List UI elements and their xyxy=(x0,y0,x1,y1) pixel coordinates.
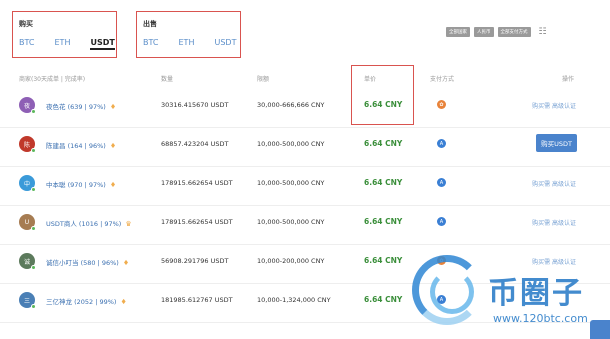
filter-bar: 全部国家 人民币 全部支付方式 ☷ xyxy=(446,27,547,37)
limit-cell: 30,000-666,666 CNY xyxy=(257,101,325,109)
sell-coin-btc[interactable]: BTC xyxy=(143,38,159,47)
table-row: U USDT商人 (1016 | 97%) ♛ 178915.662654 USDT 1… xyxy=(0,206,610,245)
header-action: 操作 xyxy=(562,76,575,83)
diamond-badge-icon: ♦ xyxy=(120,298,127,306)
online-status-dot xyxy=(31,187,36,192)
merchant-name[interactable]: 中本聪 (970 | 97%) xyxy=(46,181,106,189)
diamond-badge-icon: ♦ xyxy=(122,259,130,267)
header-limit: 限额 xyxy=(257,76,270,83)
quantity-cell: 56908.291796 USDT xyxy=(161,257,229,265)
limit-cell: 10,000-500,000 CNY xyxy=(257,140,325,148)
limit-cell: 10,000-500,000 CNY xyxy=(257,218,325,226)
sell-coin-usdt[interactable]: USDT xyxy=(214,38,236,47)
merchant-link[interactable]: 中本聪 (970 | 97%) ♦ xyxy=(46,179,116,189)
buy-tab-title: 购买 xyxy=(19,20,33,28)
watermark-url: www.120btc.com xyxy=(493,312,588,325)
buy-coin-usdt[interactable]: USDT xyxy=(90,38,115,50)
price-cell: 6.64 CNY xyxy=(364,178,403,187)
merchant-link[interactable]: USDT商人 (1016 | 97%) ♛ xyxy=(46,218,132,228)
limit-cell: 10,000-200,000 CNY xyxy=(257,257,325,265)
diamond-badge-icon: ♦ xyxy=(109,181,117,189)
alipay-icon: A xyxy=(437,178,446,187)
online-status-dot xyxy=(31,304,36,309)
country-filter-button[interactable]: 全部国家 xyxy=(446,27,470,37)
watermark-text: 币圈子 xyxy=(488,276,584,311)
limit-cell: 10,000-1,324,000 CNY xyxy=(257,296,331,304)
table-row: 中中本聪 (970 | 97%) ♦ 178915.662654 USDT 10,00… xyxy=(0,167,610,206)
online-status-dot xyxy=(31,109,36,114)
sell-coin-eth[interactable]: ETH xyxy=(179,38,195,47)
sell-tab-title: 出售 xyxy=(143,20,157,28)
price-cell: 6.64 CNY xyxy=(364,217,403,226)
merchant-name[interactable]: 诚信小叮当 (580 | 96%) xyxy=(46,259,119,267)
currency-filter-button[interactable]: 人民币 xyxy=(474,27,494,37)
price-cell: 6.64 CNY xyxy=(364,256,403,265)
price-cell: 6.64 CNY xyxy=(364,139,403,148)
payment-method-icon: ✿ xyxy=(437,100,446,109)
buy-usdt-button[interactable]: 购买USDT xyxy=(536,134,577,152)
payment-filter-button[interactable]: 全部支付方式 xyxy=(497,27,531,37)
merchant-name[interactable]: 夜色花 (639 | 97%) xyxy=(46,103,106,111)
advanced-verification-link[interactable]: 购买需 高级认证 xyxy=(532,218,576,227)
quantity-cell: 178915.662654 USDT xyxy=(161,179,233,187)
diamond-badge-icon: ♦ xyxy=(109,142,117,150)
table-row: 陈陈建昌 (164 | 96%) ♦ 68857.423204 USDT 10,000… xyxy=(0,128,610,167)
merchant-name[interactable]: USDT商人 (1016 | 97%) xyxy=(46,220,121,228)
list-filter-icon[interactable]: ☷ xyxy=(539,27,547,37)
watermark-logo-inner-icon xyxy=(430,270,474,314)
merchant-name[interactable]: 三亿神龙 (2052 | 99%) xyxy=(46,298,116,306)
limit-cell: 10,000-500,000 CNY xyxy=(257,179,325,187)
advanced-verification-link[interactable]: 购买需 高级认证 xyxy=(532,101,576,110)
online-status-dot xyxy=(31,265,36,270)
buy-coin-list: BTC ETH USDT xyxy=(19,38,115,50)
header-quantity: 数量 xyxy=(161,76,174,83)
crown-badge-icon: ♛ xyxy=(125,220,132,228)
quantity-cell: 68857.423204 USDT xyxy=(161,140,229,148)
header-merchant: 商家(30天成单 | 完成率) xyxy=(19,76,86,83)
quantity-cell: 30316.415670 USDT xyxy=(161,101,229,109)
alipay-icon: A xyxy=(437,139,446,148)
sell-coin-list: BTC ETH USDT xyxy=(143,38,236,47)
buy-coin-btc[interactable]: BTC xyxy=(19,38,35,50)
scroll-corner-button xyxy=(590,320,610,339)
price-highlight-box xyxy=(351,65,414,125)
table-header: 商家(30天成单 | 完成率) 数量 限额 单价 支付方式 操作 xyxy=(0,74,610,86)
online-status-dot xyxy=(31,226,36,231)
table-row: 夜夜色花 (639 | 97%) ♦ 30316.415670 USDT 30,000… xyxy=(0,89,610,128)
alipay-icon: A xyxy=(437,217,446,226)
merchant-link[interactable]: 夜色花 (639 | 97%) ♦ xyxy=(46,101,116,111)
buy-tab-panel: 购买 BTC ETH USDT xyxy=(12,11,117,58)
sell-tab-panel: 出售 BTC ETH USDT xyxy=(136,11,241,58)
header-payment: 支付方式 xyxy=(430,76,455,83)
quantity-cell: 181985.612767 USDT xyxy=(161,296,233,304)
merchant-name[interactable]: 陈建昌 (164 | 96%) xyxy=(46,142,106,150)
online-status-dot xyxy=(31,148,36,153)
merchant-link[interactable]: 诚信小叮当 (580 | 96%) ♦ xyxy=(46,257,129,267)
price-cell: 6.64 CNY xyxy=(364,295,403,304)
merchant-link[interactable]: 陈建昌 (164 | 96%) ♦ xyxy=(46,140,116,150)
diamond-badge-icon: ♦ xyxy=(109,103,117,111)
quantity-cell: 178915.662654 USDT xyxy=(161,218,233,226)
advanced-verification-link[interactable]: 购买需 高级认证 xyxy=(532,179,576,188)
buy-coin-eth[interactable]: ETH xyxy=(55,38,71,50)
advanced-verification-link[interactable]: 购买需 高级认证 xyxy=(532,257,576,266)
merchant-link[interactable]: 三亿神龙 (2052 | 99%) ♦ xyxy=(46,296,127,306)
